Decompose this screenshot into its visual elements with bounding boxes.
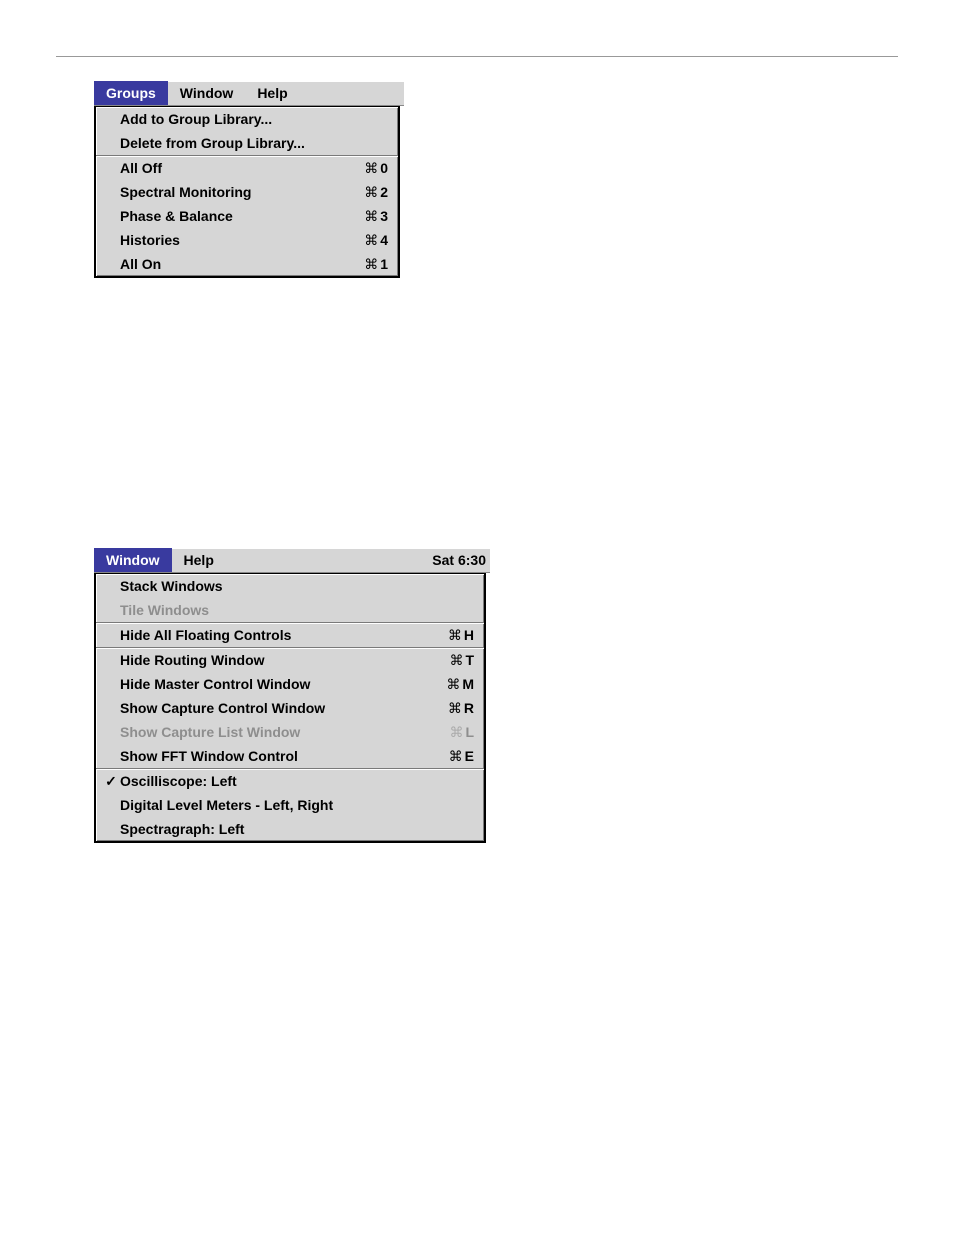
menu-item-label: Digital Level Meters - Left, Right — [120, 795, 474, 815]
menubar-title-window[interactable]: Window — [168, 81, 246, 105]
menubar-title-groups[interactable]: Groups — [94, 81, 168, 105]
menu-item-label: Hide Routing Window — [120, 650, 425, 670]
menu-item-label: Show Capture List Window — [120, 722, 425, 742]
menu-item-oscilliscope-left[interactable]: ✓ Oscilliscope: Left — [96, 769, 484, 793]
groups-section-presets: All Off ⌘0 Spectral Monitoring ⌘2 Phase … — [96, 155, 398, 276]
command-icon: ⌘ — [446, 674, 460, 694]
menu-item-label: Hide Master Control Window — [120, 674, 422, 694]
groups-dropdown: Add to Group Library... Delete from Grou… — [94, 106, 400, 278]
window-section-arrange: Stack Windows Tile Windows — [96, 574, 484, 622]
window-menu-screenshot: Window Help Sat 6:30 Stack Windows Tile … — [94, 548, 954, 843]
shortcut: ⌘R — [424, 698, 474, 718]
menubar-title-help[interactable]: Help — [245, 81, 299, 105]
menu-item-label: Delete from Group Library... — [120, 133, 388, 153]
shortcut-key: E — [465, 746, 474, 766]
menu-item-histories[interactable]: Histories ⌘4 — [96, 228, 398, 252]
shortcut: ⌘1 — [340, 254, 388, 274]
menu-item-add-to-group-library[interactable]: Add to Group Library... — [96, 107, 398, 131]
shortcut-key: L — [465, 722, 474, 742]
menu-item-label: Spectral Monitoring — [120, 182, 340, 202]
menu-item-show-capture-control-window[interactable]: Show Capture Control Window ⌘R — [96, 696, 484, 720]
menu-item-label: Add to Group Library... — [120, 109, 388, 129]
shortcut-key: 2 — [380, 182, 388, 202]
menu-item-label: All On — [120, 254, 340, 274]
command-icon: ⌘ — [364, 230, 378, 250]
window-dropdown: Stack Windows Tile Windows Hide All Floa… — [94, 573, 486, 843]
shortcut-key: M — [462, 674, 474, 694]
shortcut: ⌘M — [422, 674, 474, 694]
shortcut: ⌘E — [425, 746, 474, 766]
shortcut: ⌘H — [424, 625, 474, 645]
command-icon: ⌘ — [449, 746, 463, 766]
shortcut-key: 0 — [380, 158, 388, 178]
shortcut: ⌘2 — [340, 182, 388, 202]
menu-item-label: Stack Windows — [120, 576, 474, 596]
shortcut: ⌘0 — [340, 158, 388, 178]
menu-item-show-capture-list-window: Show Capture List Window ⌘L — [96, 720, 484, 744]
menubar-clock: Sat 6:30 — [420, 548, 490, 572]
menu-item-label: Spectragraph: Left — [120, 819, 474, 839]
menu-item-label: Histories — [120, 230, 340, 250]
command-icon: ⌘ — [364, 254, 378, 274]
command-icon: ⌘ — [364, 158, 378, 178]
menu-item-label: Oscilliscope: Left — [120, 771, 474, 791]
menubar-title-help[interactable]: Help — [172, 548, 226, 572]
menu-item-label: All Off — [120, 158, 340, 178]
shortcut: ⌘4 — [340, 230, 388, 250]
menu-item-hide-all-floating-controls[interactable]: Hide All Floating Controls ⌘H — [96, 623, 484, 647]
shortcut-key: 1 — [380, 254, 388, 274]
shortcut-key: R — [464, 698, 474, 718]
menu-item-stack-windows[interactable]: Stack Windows — [96, 574, 484, 598]
shortcut-key: 3 — [380, 206, 388, 226]
command-icon: ⌘ — [449, 650, 463, 670]
shortcut: ⌘3 — [340, 206, 388, 226]
command-icon: ⌘ — [448, 625, 462, 645]
command-icon: ⌘ — [448, 698, 462, 718]
groups-menu-screenshot: Groups Window Help Add to Group Library.… — [94, 81, 954, 278]
menu-item-label: Show Capture Control Window — [120, 698, 424, 718]
shortcut-key: T — [465, 650, 474, 670]
menu-item-show-fft-window-control[interactable]: Show FFT Window Control ⌘E — [96, 744, 484, 768]
shortcut: ⌘L — [425, 722, 474, 742]
menu-item-spectral-monitoring[interactable]: Spectral Monitoring ⌘2 — [96, 180, 398, 204]
menubar-title-window[interactable]: Window — [94, 548, 172, 572]
menu-item-hide-routing-window[interactable]: Hide Routing Window ⌘T — [96, 648, 484, 672]
menu-item-delete-from-group-library[interactable]: Delete from Group Library... — [96, 131, 398, 155]
menu-item-digital-level-meters[interactable]: Digital Level Meters - Left, Right — [96, 793, 484, 817]
menu-item-all-on[interactable]: All On ⌘1 — [96, 252, 398, 276]
command-icon: ⌘ — [364, 206, 378, 226]
menu-item-all-off[interactable]: All Off ⌘0 — [96, 156, 398, 180]
menu-item-label: Hide All Floating Controls — [120, 625, 424, 645]
menu-item-label: Phase & Balance — [120, 206, 340, 226]
menu-item-phase-balance[interactable]: Phase & Balance ⌘3 — [96, 204, 398, 228]
menu-item-label: Tile Windows — [120, 600, 474, 620]
checkmark-icon: ✓ — [102, 771, 120, 791]
menu-item-label: Show FFT Window Control — [120, 746, 425, 766]
shortcut-key: H — [464, 625, 474, 645]
groups-section-library: Add to Group Library... Delete from Grou… — [96, 107, 398, 155]
top-rule — [56, 56, 898, 57]
shortcut: ⌘T — [425, 650, 474, 670]
shortcut-key: 4 — [380, 230, 388, 250]
menu-item-hide-master-control-window[interactable]: Hide Master Control Window ⌘M — [96, 672, 484, 696]
command-icon: ⌘ — [449, 722, 463, 742]
menu-item-spectragraph-left[interactable]: Spectragraph: Left — [96, 817, 484, 841]
menubar-groups: Groups Window Help — [94, 81, 404, 106]
command-icon: ⌘ — [364, 182, 378, 202]
window-section-open-windows: ✓ Oscilliscope: Left Digital Level Meter… — [96, 768, 484, 841]
menubar-window: Window Help Sat 6:30 — [94, 548, 490, 573]
window-section-floating: Hide All Floating Controls ⌘H — [96, 622, 484, 647]
menu-item-tile-windows: Tile Windows — [96, 598, 484, 622]
window-section-windows: Hide Routing Window ⌘T Hide Master Contr… — [96, 647, 484, 768]
